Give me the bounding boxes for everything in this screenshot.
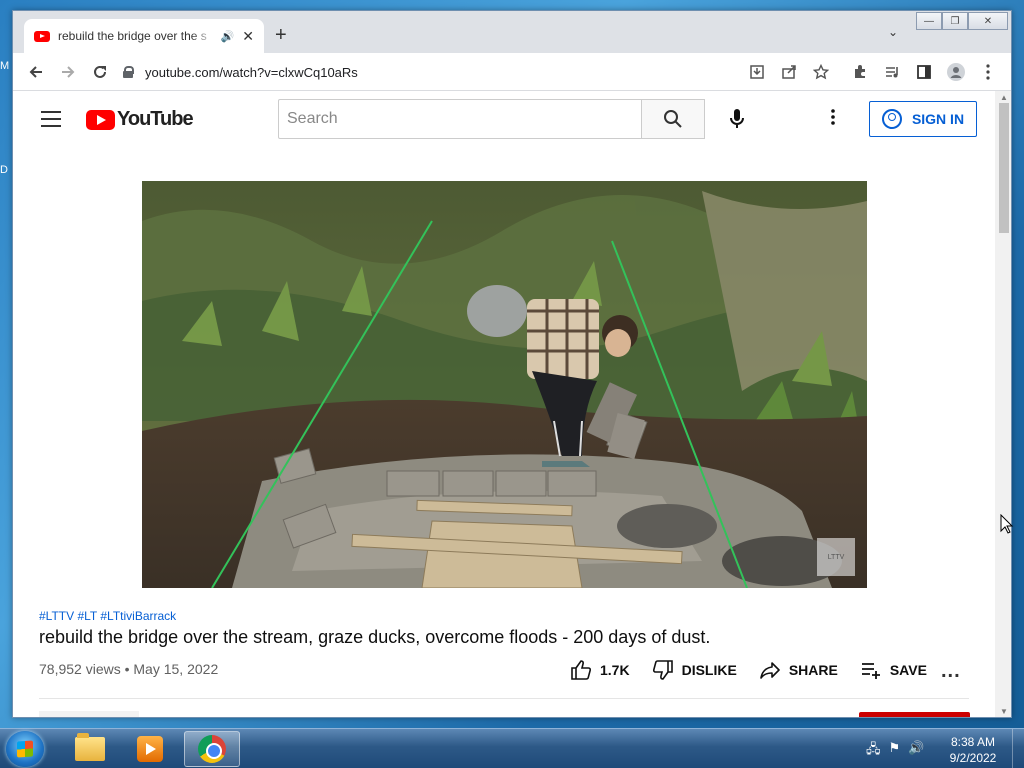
browser-menu-icon[interactable]	[977, 61, 999, 83]
playlist-add-icon	[861, 663, 880, 679]
section-divider	[39, 698, 969, 699]
chrome-window: rebuild the bridge over the s 🔊 ✕ + ⌄ — …	[12, 10, 1012, 718]
youtube-logo-text: YouTube	[117, 108, 194, 130]
side-panel-icon[interactable]	[913, 61, 935, 83]
lock-icon[interactable]	[123, 66, 134, 78]
like-button[interactable]: 1.7K	[570, 659, 630, 681]
windows-taskbar: 🖧 ⚑ 🔊 8:38 AM 9/2/2022	[0, 728, 1024, 768]
desktop-icon-label: D	[0, 164, 8, 176]
save-label: SAVE	[889, 662, 927, 678]
search-icon	[664, 110, 682, 128]
media-player-icon	[137, 736, 163, 762]
like-count: 1.7K	[600, 662, 630, 678]
taskbar-chrome[interactable]	[184, 731, 240, 767]
more-actions-icon[interactable]: ...	[941, 660, 961, 683]
restore-button[interactable]: ❐	[942, 12, 968, 30]
voice-search-mic-icon[interactable]	[723, 105, 751, 133]
tab-close-icon[interactable]: ✕	[242, 28, 254, 45]
chrome-icon	[198, 735, 226, 763]
share-page-icon[interactable]	[778, 61, 800, 83]
start-button[interactable]	[6, 731, 44, 767]
scrollbar-thumb[interactable]	[999, 103, 1009, 233]
video-player[interactable]: LTTV	[142, 181, 867, 588]
thumbs-down-icon	[652, 660, 673, 680]
desktop-icon-label: M	[0, 60, 10, 72]
tab-search-chevron-icon[interactable]: ⌄	[888, 25, 898, 39]
video-view-date: 78,952 views • May 15, 2022	[39, 661, 219, 677]
page-scrollbar[interactable]: ▲ ▼	[995, 91, 1011, 717]
search-input[interactable]	[278, 99, 642, 139]
tab-title: rebuild the bridge over the s	[58, 29, 207, 43]
url-text[interactable]: youtube.com/watch?v=clxwCq10aRs	[145, 65, 358, 80]
thumbs-up-icon	[571, 660, 592, 680]
save-button[interactable]: SAVE	[860, 659, 927, 681]
new-tab-button[interactable]: +	[275, 25, 287, 45]
forward-arrow-icon[interactable]	[57, 61, 79, 83]
youtube-favicon-icon	[34, 30, 50, 42]
bookmark-star-icon[interactable]	[810, 61, 832, 83]
taskbar-media-player[interactable]	[122, 731, 178, 767]
settings-kebab-icon[interactable]	[831, 109, 835, 125]
youtube-logo[interactable]: YouTube	[86, 108, 194, 131]
channel-watermark[interactable]: LTTV	[817, 538, 855, 576]
tab-strip: rebuild the bridge over the s 🔊 ✕ + ⌄ — …	[13, 11, 1011, 53]
close-window-button[interactable]: ✕	[968, 12, 1008, 30]
browser-toolbar: youtube.com/watch?v=clxwCq10aRs	[13, 53, 1011, 91]
system-tray: 🖧 ⚑ 🔊	[866, 740, 924, 762]
folder-icon	[75, 733, 105, 761]
clock-time: 8:38 AM	[950, 735, 996, 749]
taskbar-clock[interactable]: 8:38 AM 9/2/2022	[940, 734, 1006, 766]
share-label: SHARE	[788, 662, 838, 678]
network-icon[interactable]: 🖧	[866, 740, 881, 762]
browser-tab[interactable]: rebuild the bridge over the s 🔊 ✕	[24, 19, 264, 53]
profile-avatar-icon[interactable]	[945, 61, 967, 83]
video-frame-image	[142, 181, 867, 588]
scroll-down-arrow-icon[interactable]: ▼	[1000, 707, 1008, 716]
reload-icon[interactable]	[89, 61, 111, 83]
share-button[interactable]: SHARE	[759, 659, 838, 681]
minimize-button[interactable]: —	[916, 12, 942, 30]
video-title: rebuild the bridge over the stream, graz…	[39, 627, 711, 647]
dislike-button[interactable]: DISLIKE	[652, 659, 737, 681]
scroll-up-arrow-icon[interactable]: ▲	[1000, 93, 1008, 102]
address-bar[interactable]: youtube.com/watch?v=clxwCq10aRs	[123, 59, 923, 85]
install-app-icon[interactable]	[746, 61, 768, 83]
media-controls-icon[interactable]	[881, 61, 903, 83]
mouse-cursor-icon	[1000, 514, 1014, 534]
sign-in-label: SIGN IN	[911, 111, 965, 127]
extensions-icon[interactable]	[849, 61, 871, 83]
guide-menu-icon[interactable]	[41, 111, 61, 127]
clock-date: 9/2/2022	[949, 751, 997, 765]
video-actions: 1.7K DISLIKE SHARE SAVE	[570, 659, 949, 681]
youtube-watch-page: YouTube SIGN IN	[13, 91, 995, 717]
taskbar-explorer[interactable]	[62, 731, 118, 767]
account-circle-icon	[881, 109, 902, 129]
share-arrow-icon	[760, 662, 780, 679]
search-button[interactable]	[641, 99, 705, 139]
video-hashtags[interactable]: #LTTV #LT #LTtiviBarrack	[39, 609, 176, 623]
action-center-flag-icon[interactable]: ⚑	[889, 740, 901, 762]
back-arrow-icon[interactable]	[25, 61, 47, 83]
youtube-masthead: YouTube SIGN IN	[13, 91, 995, 147]
youtube-play-logo-icon	[86, 109, 115, 130]
subscribe-button[interactable]	[859, 712, 970, 717]
sign-in-button[interactable]: SIGN IN	[869, 101, 977, 137]
show-desktop-button[interactable]	[1012, 729, 1024, 768]
speaker-icon[interactable]: 🔊	[221, 30, 235, 43]
dislike-label: DISLIKE	[681, 662, 737, 678]
volume-icon[interactable]: 🔊	[908, 740, 924, 762]
channel-row-preview	[39, 711, 139, 717]
